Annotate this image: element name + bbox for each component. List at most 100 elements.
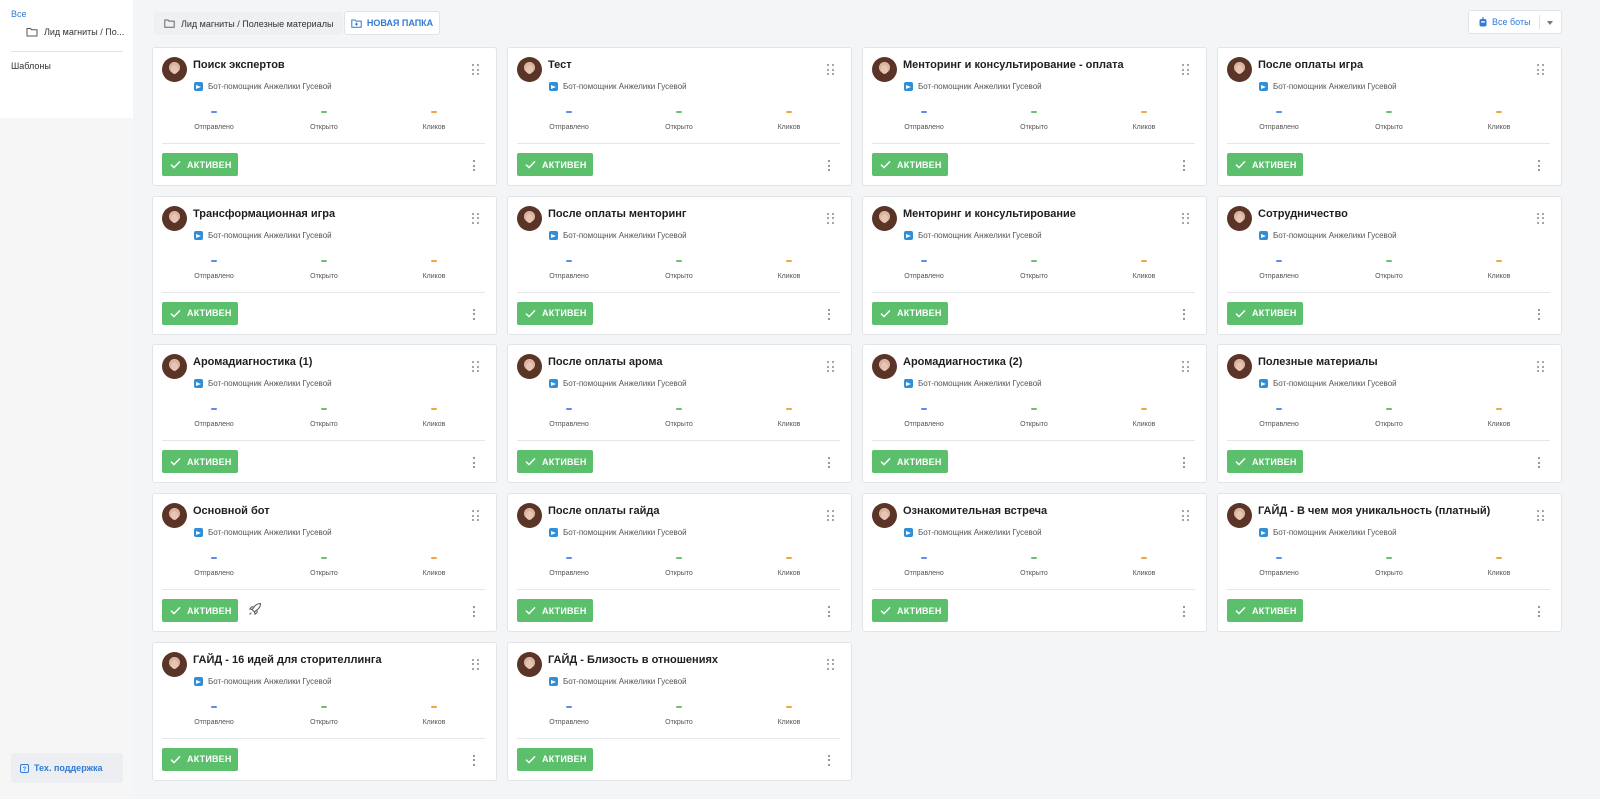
more-options-icon[interactable]	[1538, 606, 1541, 618]
card-title[interactable]: Сотрудничество	[1258, 208, 1348, 220]
more-options-icon[interactable]	[473, 606, 476, 618]
drag-handle-icon[interactable]	[472, 212, 479, 224]
status-active-button[interactable]: АКТИВЕН	[162, 450, 238, 474]
drag-handle-icon[interactable]	[472, 510, 479, 522]
status-active-button[interactable]: АКТИВЕН	[872, 153, 948, 176]
status-active-button[interactable]: АКТИВЕН	[872, 450, 948, 474]
card-title[interactable]: Ознакомительная встреча	[903, 505, 1047, 517]
bot-card[interactable]: Ознакомительная встреча Бот-помощник Анж…	[862, 493, 1207, 633]
drag-handle-icon[interactable]	[472, 658, 479, 670]
bot-card[interactable]: Поиск экспертов Бот-помощник Анжелики Гу…	[152, 47, 497, 186]
drag-handle-icon[interactable]	[1182, 64, 1189, 75]
drag-handle-icon[interactable]	[827, 658, 834, 670]
drag-handle-icon[interactable]	[1182, 361, 1189, 373]
card-title[interactable]: Менторинг и консультирование - оплата	[903, 59, 1124, 71]
card-title[interactable]: Тест	[548, 59, 572, 71]
status-active-button[interactable]: АКТИВЕН	[162, 747, 238, 771]
more-options-icon[interactable]	[473, 457, 476, 469]
bot-card[interactable]: После оплаты игра Бот-помощник Анжелики …	[1217, 47, 1562, 186]
card-title[interactable]: ГАЙД - В чем моя уникальность (платный)	[1258, 505, 1490, 517]
more-options-icon[interactable]	[828, 308, 831, 320]
status-active-button[interactable]: АКТИВЕН	[517, 747, 593, 771]
card-title[interactable]: Аромадиагностика (2)	[903, 356, 1022, 368]
more-options-icon[interactable]	[473, 308, 476, 320]
card-title[interactable]: Менторинг и консультирование	[903, 208, 1076, 220]
more-options-icon[interactable]	[1183, 457, 1186, 469]
bot-card[interactable]: Полезные материалы Бот-помощник Анжелики…	[1217, 344, 1562, 484]
status-active-button[interactable]: АКТИВЕН	[517, 450, 593, 474]
status-active-button[interactable]: АКТИВЕН	[517, 599, 593, 623]
more-options-icon[interactable]	[1538, 160, 1541, 171]
more-options-icon[interactable]	[1183, 160, 1186, 171]
bot-card[interactable]: После оплаты менторинг Бот-помощник Анже…	[507, 195, 852, 335]
bots-filter-select[interactable]: Все боты	[1468, 10, 1562, 34]
status-active-button[interactable]: АКТИВЕН	[1227, 450, 1303, 474]
status-active-button[interactable]: АКТИВЕН	[517, 153, 593, 176]
drag-handle-icon[interactable]	[827, 64, 834, 75]
status-active-button[interactable]: АКТИВЕН	[1227, 301, 1303, 325]
sidebar-item-folder[interactable]: Лид магниты / По...	[26, 27, 130, 37]
drag-handle-icon[interactable]	[1537, 212, 1544, 224]
card-title[interactable]: Основной бот	[193, 505, 270, 517]
bot-card[interactable]: Тест Бот-помощник Анжелики Гусевой Отпра…	[507, 47, 852, 186]
more-options-icon[interactable]	[828, 606, 831, 618]
drag-handle-icon[interactable]	[1182, 510, 1189, 522]
more-options-icon[interactable]	[1183, 606, 1186, 618]
card-title[interactable]: Поиск экспертов	[193, 59, 285, 71]
status-active-button[interactable]: АКТИВЕН	[162, 301, 238, 325]
stat-label: Кликов	[777, 124, 801, 131]
drag-handle-icon[interactable]	[472, 361, 479, 373]
more-options-icon[interactable]	[1538, 457, 1541, 469]
bot-card[interactable]: После оплаты арома Бот-помощник Анжелики…	[507, 344, 852, 484]
bot-card[interactable]: Аромадиагностика (1) Бот-помощник Анжели…	[152, 344, 497, 484]
drag-handle-icon[interactable]	[1537, 510, 1544, 522]
new-folder-button[interactable]: НОВАЯ ПАПКА	[344, 11, 440, 35]
bot-card[interactable]: Сотрудничество Бот-помощник Анжелики Гус…	[1217, 195, 1562, 335]
drag-handle-icon[interactable]	[827, 212, 834, 224]
bot-card[interactable]: ГАЙД - 16 идей для сторителлинга Бот-пом…	[152, 641, 497, 781]
status-active-button[interactable]: АКТИВЕН	[1227, 153, 1303, 176]
chevron-down-icon[interactable]	[1547, 21, 1553, 25]
drag-handle-icon[interactable]	[1537, 361, 1544, 373]
card-title[interactable]: Полезные материалы	[1258, 356, 1378, 368]
breadcrumb[interactable]: Лид магниты / Полезные материалы	[154, 12, 344, 35]
bot-card[interactable]: Аромадиагностика (2) Бот-помощник Анжели…	[862, 344, 1207, 484]
card-title[interactable]: После оплаты менторинг	[548, 208, 687, 220]
status-active-button[interactable]: АКТИВЕН	[517, 301, 593, 325]
card-title[interactable]: После оплаты арома	[548, 356, 662, 368]
card-title[interactable]: ГАЙД - 16 идей для сторителлинга	[193, 654, 382, 666]
bot-card[interactable]: ГАЙД - В чем моя уникальность (платный) …	[1217, 493, 1562, 633]
bot-card[interactable]: Трансформационная игра Бот-помощник Анже…	[152, 195, 497, 335]
card-title[interactable]: После оплаты гайда	[548, 505, 659, 517]
more-options-icon[interactable]	[473, 754, 476, 766]
drag-handle-icon[interactable]	[472, 64, 479, 75]
bot-card[interactable]: ГАЙД - Близость в отношениях Бот-помощни…	[507, 641, 852, 781]
more-options-icon[interactable]	[828, 457, 831, 469]
sidebar-item-templates[interactable]: Шаблоны	[11, 61, 51, 71]
rocket-icon[interactable]	[248, 602, 262, 616]
bot-card[interactable]: Менторинг и консультирование Бот-помощни…	[862, 195, 1207, 335]
more-options-icon[interactable]	[473, 160, 476, 171]
drag-handle-icon[interactable]	[827, 361, 834, 373]
sidebar-item-all[interactable]: Все	[11, 9, 27, 19]
support-button[interactable]: ? Тех. поддержка	[11, 753, 123, 783]
card-title[interactable]: Аромадиагностика (1)	[193, 356, 312, 368]
drag-handle-icon[interactable]	[1537, 64, 1544, 75]
bot-card[interactable]: Основной бот Бот-помощник Анжелики Гусев…	[152, 493, 497, 633]
card-title[interactable]: После оплаты игра	[1258, 59, 1363, 71]
card-title[interactable]: ГАЙД - Близость в отношениях	[548, 654, 718, 666]
more-options-icon[interactable]	[1538, 308, 1541, 320]
status-active-button[interactable]: АКТИВЕН	[162, 599, 238, 623]
status-active-button[interactable]: АКТИВЕН	[872, 599, 948, 623]
more-options-icon[interactable]	[828, 160, 831, 171]
bot-card[interactable]: Менторинг и консультирование - оплата Бо…	[862, 47, 1207, 186]
status-active-button[interactable]: АКТИВЕН	[1227, 599, 1303, 623]
bot-card[interactable]: После оплаты гайда Бот-помощник Анжелики…	[507, 493, 852, 633]
drag-handle-icon[interactable]	[827, 510, 834, 522]
more-options-icon[interactable]	[1183, 308, 1186, 320]
status-active-button[interactable]: АКТИВЕН	[872, 301, 948, 325]
more-options-icon[interactable]	[828, 754, 831, 766]
drag-handle-icon[interactable]	[1182, 212, 1189, 224]
card-title[interactable]: Трансформационная игра	[193, 208, 335, 220]
status-active-button[interactable]: АКТИВЕН	[162, 153, 238, 176]
